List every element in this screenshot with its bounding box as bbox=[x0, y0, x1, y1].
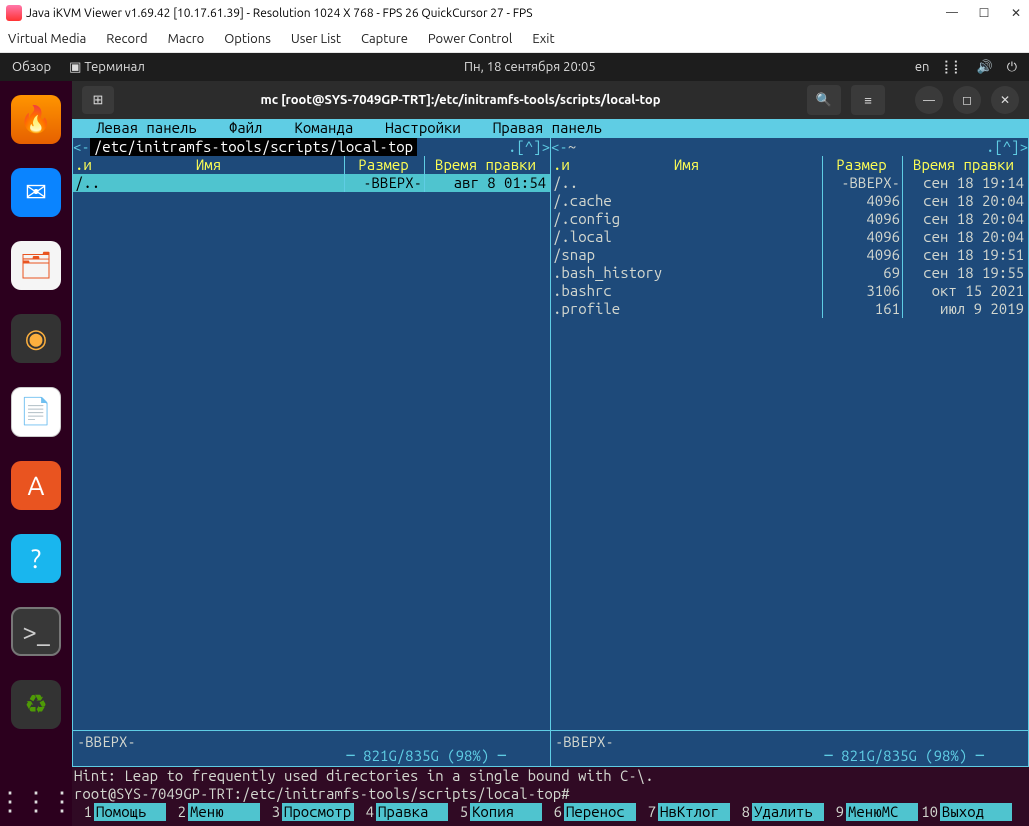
search-button[interactable]: 🔍 bbox=[807, 85, 841, 115]
left-panel[interactable]: <- /etc/initramfs-tools/scripts/local-to… bbox=[72, 137, 551, 767]
file-row[interactable]: /.cache4096сен 18 20:04 bbox=[551, 192, 1028, 210]
col-header-date: Время правки bbox=[424, 156, 550, 174]
fkey-7[interactable]: 7НвКтлог bbox=[636, 803, 730, 821]
col-header-name: Имя bbox=[551, 156, 822, 174]
mc-menu-item[interactable]: Левая панель bbox=[80, 119, 213, 137]
close-button[interactable]: ✕ bbox=[1009, 6, 1023, 20]
hamburger-button[interactable]: ≡ bbox=[851, 85, 885, 115]
dock: 🔥 ✉ 🗂 ◉ 📄 A ? >_ ♻ ⋮⋮⋮ bbox=[0, 81, 72, 826]
dock-libreoffice[interactable]: 📄 bbox=[11, 387, 61, 436]
dock-files[interactable]: 🗂 bbox=[11, 241, 61, 290]
new-tab-button[interactable]: ⊞ bbox=[82, 86, 114, 114]
fkey-10[interactable]: 10Выход bbox=[918, 803, 1012, 821]
left-panel-footer: -ВВЕРХ- ─ 821G/835G (98%) ─ bbox=[73, 730, 550, 766]
fkey-8[interactable]: 8Удалить bbox=[730, 803, 824, 821]
file-row[interactable]: .bashrc3106окт 15 2021 bbox=[551, 282, 1028, 300]
window-maximize-button[interactable]: ◻ bbox=[953, 86, 981, 114]
window-close-button[interactable]: ✕ bbox=[991, 86, 1019, 114]
right-panel-footer: -ВВЕРХ- ─ 821G/835G (98%) ─ bbox=[551, 730, 1028, 766]
kvm-menu-item[interactable]: Power Control bbox=[428, 32, 512, 46]
dock-firefox[interactable]: 🔥 bbox=[11, 95, 61, 144]
dock-terminal[interactable]: >_ bbox=[11, 607, 61, 656]
kvm-menu-item[interactable]: Options bbox=[224, 32, 271, 46]
file-row[interactable]: .profile161июл 9 2019 bbox=[551, 300, 1028, 318]
file-row[interactable]: /.local4096сен 18 20:04 bbox=[551, 228, 1028, 246]
gnome-top-bar: Обзор ▣ Терминал Пн, 18 сентября 20:05 e… bbox=[0, 53, 1029, 81]
kvm-menu-item[interactable]: User List bbox=[291, 32, 341, 46]
fkey-1[interactable]: 1Помощь bbox=[72, 803, 166, 821]
file-row[interactable]: .bash_history69сен 18 19:55 bbox=[551, 264, 1028, 282]
file-row[interactable]: /..-ВВЕРХ-авг 8 01:54 bbox=[73, 174, 550, 192]
file-row[interactable]: /.config4096сен 18 20:04 bbox=[551, 210, 1028, 228]
fkey-3[interactable]: 3Просмотр bbox=[260, 803, 354, 821]
fkey-5[interactable]: 5Копия bbox=[448, 803, 542, 821]
col-header-size: Размер bbox=[822, 156, 902, 174]
fkey-4[interactable]: 4Правка bbox=[354, 803, 448, 821]
window-minimize-button[interactable]: — bbox=[915, 86, 943, 114]
right-panel[interactable]: <- ~ .[^]> .и Размер Время правки Имя /.… bbox=[551, 137, 1029, 767]
dock-rhythmbox[interactable]: ◉ bbox=[11, 314, 61, 363]
fkey-9[interactable]: 9МенюМС bbox=[824, 803, 918, 821]
dock-trash[interactable]: ♻ bbox=[11, 680, 61, 729]
terminal-title: mc [root@SYS-7049GP-TRT]:/etc/initramfs-… bbox=[124, 93, 797, 107]
dock-apps-grid[interactable]: ⋮⋮⋮ bbox=[11, 777, 61, 826]
menu-icon: ≡ bbox=[864, 93, 872, 108]
col-header-size: Размер bbox=[344, 156, 424, 174]
terminal-body[interactable]: ↖ Левая панельФайлКомандаНастройкиПравая… bbox=[72, 119, 1029, 826]
right-panel-path: ~ bbox=[568, 138, 576, 156]
volume-icon[interactable]: 🔊 bbox=[977, 61, 993, 74]
clock[interactable]: Пн, 18 сентября 20:05 bbox=[145, 60, 915, 74]
function-keys: 1Помощь2Меню3Просмотр4Правка5Копия6Перен… bbox=[72, 803, 1029, 821]
maximize-button[interactable]: ☐ bbox=[977, 6, 991, 20]
file-row[interactable]: /snap4096сен 18 19:51 bbox=[551, 246, 1028, 264]
kvm-menu-item[interactable]: Macro bbox=[168, 32, 205, 46]
kvm-menu-item[interactable]: Record bbox=[106, 32, 147, 46]
minimize-button[interactable]: — bbox=[945, 6, 959, 20]
right-panel-indicator: .[^] bbox=[986, 138, 1020, 156]
terminal-header: ⊞ mc [root@SYS-7049GP-TRT]:/etc/initramf… bbox=[72, 81, 1029, 119]
file-row[interactable]: /..-ВВЕРХ-сен 18 19:14 bbox=[551, 174, 1028, 192]
hint-line: Hint: Leap to frequently used directorie… bbox=[74, 767, 1027, 785]
dock-help[interactable]: ? bbox=[11, 534, 61, 583]
network-icon[interactable]: ⡇⡇ bbox=[943, 61, 962, 74]
mc-menu-item[interactable]: Настройки bbox=[369, 119, 477, 137]
shell-prompt[interactable]: root@SYS-7049GP-TRT:/etc/initramfs-tools… bbox=[74, 785, 1027, 803]
terminal-app-indicator[interactable]: ▣ Терминал bbox=[69, 60, 145, 74]
col-header-name: Имя bbox=[73, 156, 344, 174]
language-indicator[interactable]: en bbox=[915, 60, 930, 74]
left-panel-indicator: .[^] bbox=[508, 138, 542, 156]
dock-software[interactable]: A bbox=[11, 461, 61, 510]
left-panel-usage: ─ 821G/835G (98%) ─ bbox=[342, 747, 510, 765]
dock-thunderbird[interactable]: ✉ bbox=[11, 168, 61, 217]
mc-menu-bar[interactable]: Левая панельФайлКомандаНастройкиПравая п… bbox=[72, 119, 1029, 137]
java-icon bbox=[6, 5, 22, 21]
mc-menu-item[interactable]: Команда bbox=[278, 119, 369, 137]
kvm-menu-item[interactable]: Virtual Media bbox=[8, 32, 86, 46]
search-icon: 🔍 bbox=[816, 93, 832, 108]
kvm-menu-bar: Virtual Media Record Macro Options User List… bbox=[0, 26, 1029, 53]
left-panel-path: /etc/initramfs-tools/scripts/local-top bbox=[90, 138, 417, 156]
col-header-date: Время правки bbox=[902, 156, 1028, 174]
right-panel-usage: ─ 821G/835G (98%) ─ bbox=[820, 747, 988, 765]
window-titlebar: Java iKVM Viewer v1.69.42 [10.17.61.39] … bbox=[0, 0, 1029, 26]
fkey-2[interactable]: 2Меню bbox=[166, 803, 260, 821]
mc-menu-item[interactable]: Файл bbox=[213, 119, 279, 137]
power-icon[interactable]: ⏻ bbox=[1007, 61, 1017, 74]
kvm-menu-item[interactable]: Exit bbox=[532, 32, 554, 46]
kvm-menu-item[interactable]: Capture bbox=[361, 32, 408, 46]
window-title: Java iKVM Viewer v1.69.42 [10.17.61.39] … bbox=[26, 7, 945, 20]
activities-button[interactable]: Обзор bbox=[12, 60, 51, 74]
terminal-icon: ▣ bbox=[69, 61, 81, 74]
fkey-6[interactable]: 6Перенос bbox=[542, 803, 636, 821]
mc-menu-item[interactable]: Правая панель bbox=[477, 119, 618, 137]
